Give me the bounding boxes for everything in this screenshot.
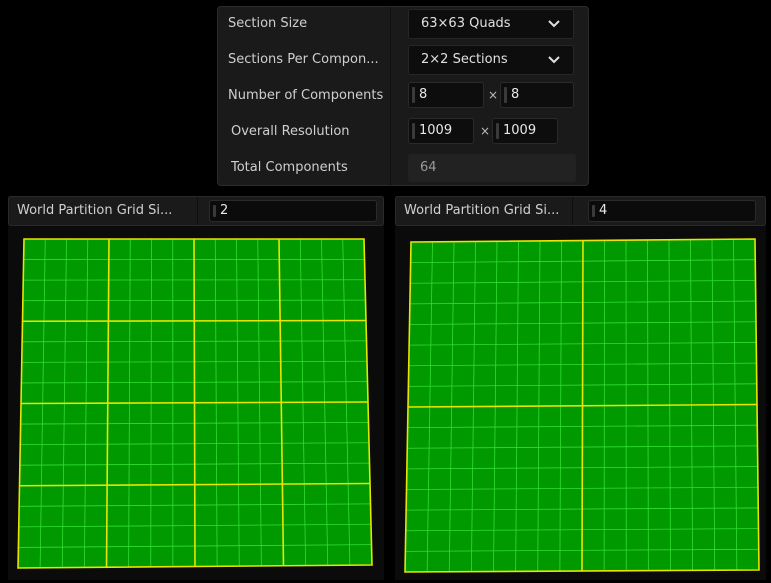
total-components-value: 64 <box>408 154 576 182</box>
components-y-input[interactable]: 8 <box>500 82 574 108</box>
total-components-label: Total Components <box>231 160 348 175</box>
sections-per-component-dropdown[interactable]: 2×2 Sections <box>408 45 574 75</box>
section-size-value: 63×63 Quads <box>421 16 511 31</box>
sections-per-component-value: 2×2 Sections <box>421 52 508 67</box>
right-grid-preview: World Partition Grid Si... 4 <box>395 196 766 580</box>
right-grid-canvas <box>404 238 760 573</box>
times-sign: × <box>480 124 491 138</box>
total-components-row: Total Components 64 <box>218 151 588 187</box>
overall-resolution-row: Overall Resolution 1009 × 1009 <box>218 115 588 151</box>
divider <box>390 43 391 79</box>
left-grid-preview: World Partition Grid Si... 2 <box>8 196 384 580</box>
section-size-row: Section Size 63×63 Quads <box>218 7 588 43</box>
left-grid-canvas <box>17 238 373 569</box>
chevron-down-icon <box>548 20 560 28</box>
sections-per-component-label: Sections Per Compon... <box>228 52 379 67</box>
number-of-components-row: Number of Components 8 × 8 <box>218 79 588 115</box>
sections-per-component-row: Sections Per Compon... 2×2 Sections <box>218 43 588 79</box>
resolution-y-input[interactable]: 1009 <box>492 118 558 144</box>
chevron-down-icon <box>548 56 560 64</box>
number-of-components-label: Number of Components <box>228 88 384 103</box>
times-sign: × <box>488 88 499 102</box>
divider <box>390 79 391 115</box>
divider <box>390 7 391 43</box>
section-size-label: Section Size <box>228 16 308 31</box>
resolution-x-input[interactable]: 1009 <box>408 118 474 144</box>
landscape-settings-panel: Section Size 63×63 Quads Sections Per Co… <box>217 6 589 187</box>
overall-resolution-label: Overall Resolution <box>231 124 350 139</box>
divider <box>390 115 391 151</box>
divider <box>390 151 391 187</box>
components-x-input[interactable]: 8 <box>408 82 484 108</box>
section-size-dropdown[interactable]: 63×63 Quads <box>408 9 574 39</box>
